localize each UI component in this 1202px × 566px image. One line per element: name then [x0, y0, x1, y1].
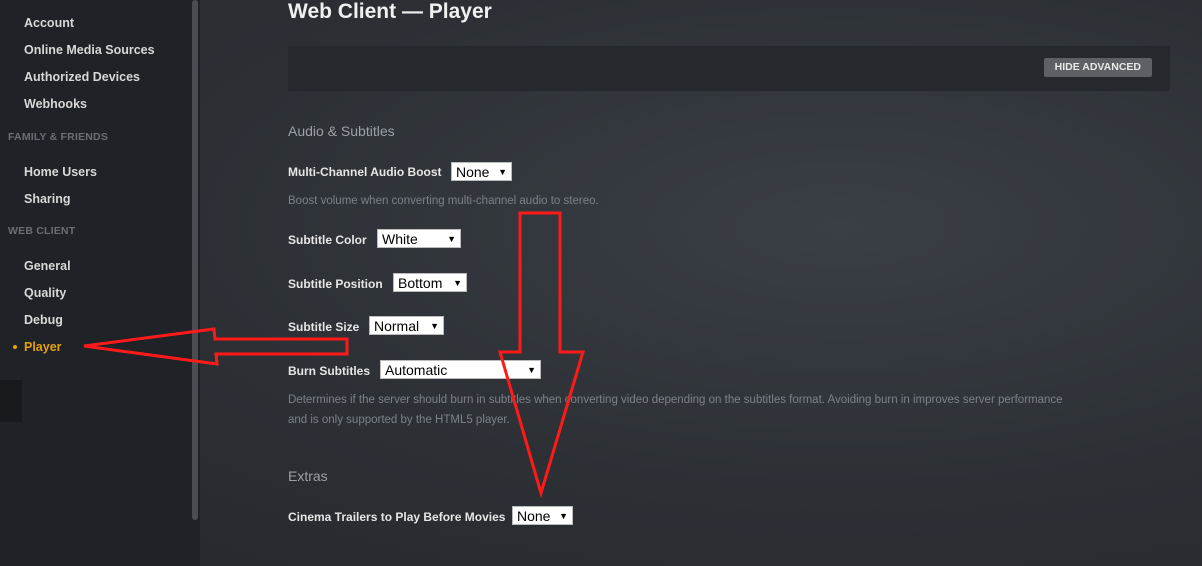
- chevron-down-icon: ▼: [527, 365, 536, 375]
- chevron-down-icon: ▼: [430, 321, 439, 331]
- multi-channel-help-text: Boost volume when converting multi-chann…: [288, 195, 599, 207]
- sidebar-section-web-client: WEB CLIENT: [8, 225, 76, 237]
- sidebar-item-webhooks[interactable]: Webhooks: [24, 97, 87, 111]
- sidebar-scrollbar[interactable]: [192, 0, 198, 520]
- sidebar-item-authorized-devices[interactable]: Authorized Devices: [24, 70, 140, 84]
- sidebar-dark-block: [0, 380, 22, 422]
- chevron-down-icon: ▼: [559, 511, 568, 521]
- sidebar-item-general[interactable]: General: [24, 259, 71, 273]
- sidebar-item-sharing[interactable]: Sharing: [24, 192, 71, 206]
- advanced-toolbar: HIDE ADVANCED: [288, 46, 1170, 91]
- cinema-trailers-select[interactable]: None ▼: [512, 506, 573, 525]
- select-value: Automatic: [385, 362, 448, 378]
- burn-subtitles-help-line1: Determines if the server should burn in …: [288, 394, 1063, 406]
- burn-subtitles-help-line2: and is only supported by the HTML5 playe…: [288, 414, 510, 426]
- sidebar-item-account[interactable]: Account: [24, 16, 74, 30]
- hide-advanced-button[interactable]: HIDE ADVANCED: [1043, 58, 1152, 77]
- annotation-arrow-down: [498, 211, 586, 499]
- sidebar-item-debug[interactable]: Debug: [24, 313, 63, 327]
- sidebar-section-family-friends: FAMILY & FRIENDS: [8, 131, 109, 143]
- multi-channel-audio-boost-select[interactable]: None ▼: [451, 162, 512, 181]
- select-value: Bottom: [398, 275, 443, 291]
- subtitle-size-select[interactable]: Normal ▼: [369, 316, 444, 335]
- select-value: Normal: [374, 318, 420, 334]
- subtitle-size-label: Subtitle Size: [288, 320, 360, 334]
- select-value: White: [382, 231, 418, 247]
- section-title-extras: Extras: [288, 468, 328, 484]
- sidebar-item-player[interactable]: Player: [24, 340, 62, 354]
- section-title-audio-subtitles: Audio & Subtitles: [288, 123, 395, 139]
- sidebar-item-home-users[interactable]: Home Users: [24, 165, 97, 179]
- sidebar: Account Online Media Sources Authorized …: [0, 0, 200, 566]
- burn-subtitles-label: Burn Subtitles: [288, 364, 371, 378]
- sidebar-item-online-media-sources[interactable]: Online Media Sources: [24, 43, 155, 57]
- subtitle-position-select[interactable]: Bottom ▼: [393, 273, 467, 292]
- select-value: None: [517, 508, 551, 524]
- chevron-down-icon: ▼: [498, 167, 507, 177]
- subtitle-color-select[interactable]: White ▼: [377, 229, 461, 248]
- subtitle-position-label: Subtitle Position: [288, 277, 383, 291]
- chevron-down-icon: ▼: [447, 234, 456, 244]
- cinema-trailers-label: Cinema Trailers to Play Before Movies: [288, 510, 506, 524]
- chevron-down-icon: ▼: [453, 278, 462, 288]
- page-title: Web Client — Player: [288, 0, 492, 23]
- subtitle-color-label: Subtitle Color: [288, 233, 367, 247]
- burn-subtitles-select[interactable]: Automatic ▼: [380, 360, 541, 379]
- multi-channel-audio-boost-label: Multi-Channel Audio Boost: [288, 165, 442, 179]
- active-indicator-dot: [13, 345, 17, 349]
- sidebar-item-quality[interactable]: Quality: [24, 286, 66, 300]
- select-value: None: [456, 164, 490, 180]
